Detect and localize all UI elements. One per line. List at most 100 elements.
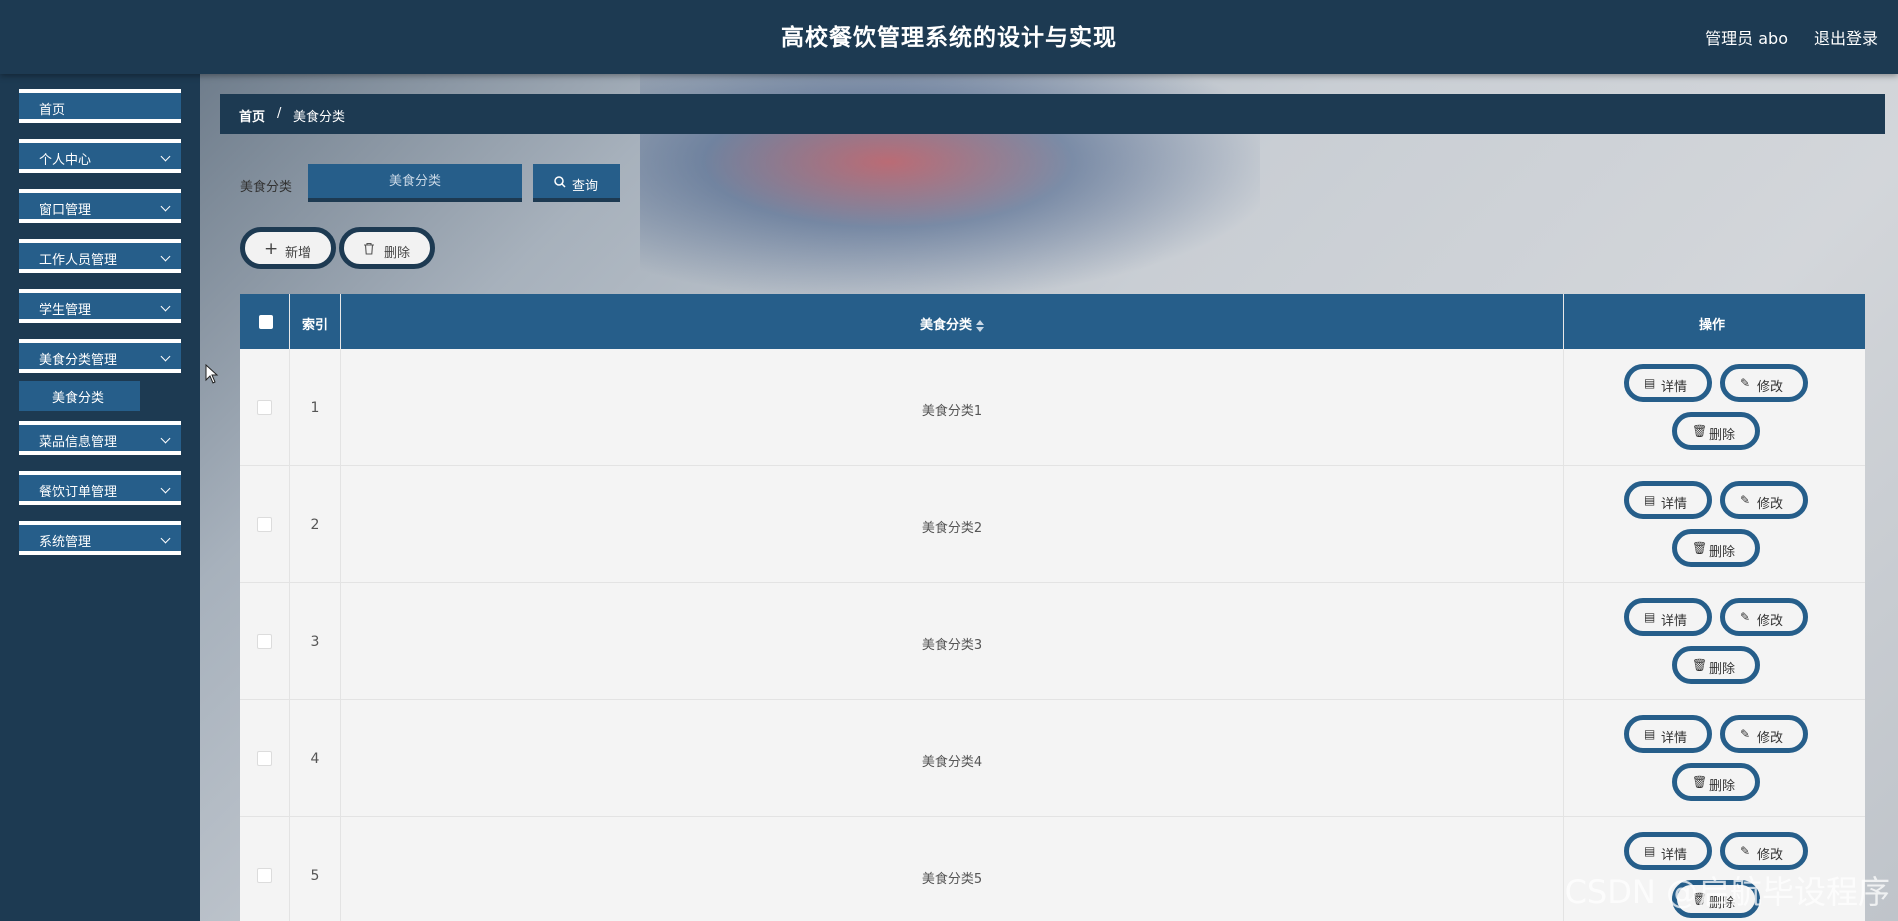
delete-button[interactable]: 🗑 删除 (1672, 529, 1760, 567)
select-all-checkbox[interactable] (259, 315, 273, 329)
row-checkbox[interactable] (257, 400, 272, 415)
chevron-down-icon (160, 483, 171, 494)
table-header: 索引 美食分类 操作 (240, 294, 1865, 349)
chevron-down-icon (160, 151, 171, 162)
pencil-icon: ✎ (1740, 610, 1751, 624)
search-input[interactable] (308, 164, 522, 202)
breadcrumb-current: 美食分类 (293, 110, 346, 125)
edit-button[interactable]: ✎ 修改 (1720, 364, 1808, 402)
edit-button[interactable]: ✎ 修改 (1720, 481, 1808, 519)
row-checkbox[interactable] (257, 751, 272, 766)
sidebar-item-student-management[interactable]: 学生管理 (19, 289, 181, 323)
delete-button[interactable]: 🗑 删除 (1672, 646, 1760, 684)
document-icon: ▤ (1644, 610, 1656, 624)
sidebar-item-label: 个人中心 (39, 153, 92, 168)
main-content: 首页 / 美食分类 美食分类 查询 + 新增 删除 索引 (200, 74, 1898, 921)
search-icon (554, 176, 566, 188)
trash-icon: 🗑 (1692, 424, 1708, 438)
chevron-down-icon (160, 251, 171, 262)
sidebar-item-home[interactable]: 首页 (19, 89, 181, 123)
sidebar-item-dish-management[interactable]: 菜品信息管理 (19, 421, 181, 455)
query-button[interactable]: 查询 (533, 164, 620, 202)
header-name[interactable]: 美食分类 (341, 294, 1564, 349)
chevron-down-icon (160, 533, 171, 544)
row-name: 美食分类1 (921, 404, 983, 419)
chevron-down-icon (160, 433, 171, 444)
trash-icon: 🗑 (1692, 658, 1708, 672)
detail-button[interactable]: ▤ 详情 (1624, 832, 1712, 870)
chevron-down-icon (160, 351, 171, 362)
table-row: 4 美食分类4 ▤ 详情 ✎ 修改 🗑 删除 (240, 700, 1865, 817)
chevron-down-icon (160, 301, 171, 312)
batch-delete-button[interactable]: 删除 (339, 227, 435, 269)
detail-button[interactable]: ▤ 详情 (1624, 598, 1712, 636)
pencil-icon: ✎ (1740, 727, 1751, 741)
row-index: 4 (310, 751, 320, 767)
table-row: 2 美食分类2 ▤ 详情 ✎ 修改 🗑 删除 (240, 466, 1865, 583)
detail-button[interactable]: ▤ 详情 (1624, 715, 1712, 753)
trash-icon: 🗑 (1692, 775, 1708, 789)
document-icon: ▤ (1644, 844, 1656, 858)
edit-button[interactable]: ✎ 修改 (1720, 598, 1808, 636)
add-button[interactable]: + 新增 (240, 227, 336, 269)
trash-icon (364, 242, 374, 255)
app-title: 高校餐饮管理系统的设计与实现 (781, 25, 1117, 51)
sidebar-item-label: 餐饮订单管理 (39, 485, 118, 500)
sidebar-item-label: 窗口管理 (39, 203, 92, 218)
pencil-icon: ✎ (1740, 376, 1751, 390)
food-category-table: 索引 美食分类 操作 1 美食分类1 ▤ 详情 ✎ 修改 🗑 删除 2 美食分类… (240, 294, 1865, 921)
edit-button[interactable]: ✎ 修改 (1720, 715, 1808, 753)
sidebar-item-staff-management[interactable]: 工作人员管理 (19, 239, 181, 273)
sidebar-item-personal-center[interactable]: 个人中心 (19, 139, 181, 173)
sidebar-subitem-label: 美食分类 (52, 391, 105, 406)
detail-button[interactable]: ▤ 详情 (1624, 481, 1712, 519)
header-action: 操作 (1564, 294, 1865, 349)
edit-button[interactable]: ✎ 修改 (1720, 832, 1808, 870)
chevron-down-icon (160, 201, 171, 212)
table-row: 1 美食分类1 ▤ 详情 ✎ 修改 🗑 删除 (240, 349, 1865, 466)
header-select-all (240, 294, 290, 349)
header-action-label: 操作 (1699, 318, 1726, 333)
pencil-icon: ✎ (1740, 493, 1751, 507)
row-name: 美食分类4 (921, 755, 983, 770)
top-header: 高校餐饮管理系统的设计与实现 管理员 abo 退出登录 (0, 0, 1898, 74)
sidebar-item-label: 系统管理 (39, 535, 92, 550)
search-label: 美食分类 (240, 180, 293, 195)
row-checkbox[interactable] (257, 634, 272, 649)
add-button-label: 新增 (285, 246, 312, 261)
row-checkbox[interactable] (257, 517, 272, 532)
row-index: 2 (310, 517, 320, 533)
sidebar-subitem-food-category[interactable]: 美食分类 (19, 381, 140, 411)
breadcrumb-home[interactable]: 首页 (239, 106, 265, 125)
breadcrumb: 首页 / 美食分类 (220, 94, 1885, 134)
watermark: CSDN @启航毕设程序 (1564, 873, 1890, 911)
sidebar-item-label: 菜品信息管理 (39, 435, 118, 450)
row-name: 美食分类5 (921, 872, 983, 887)
sort-icon[interactable] (976, 319, 984, 332)
batch-delete-button-label: 删除 (384, 246, 411, 261)
delete-button[interactable]: 🗑 删除 (1672, 412, 1760, 450)
delete-button[interactable]: 🗑 删除 (1672, 763, 1760, 801)
sidebar-item-label: 美食分类管理 (39, 353, 118, 368)
detail-button[interactable]: ▤ 详情 (1624, 364, 1712, 402)
header-name-label: 美食分类 (919, 318, 972, 333)
sidebar-item-label: 工作人员管理 (39, 253, 118, 268)
sidebar-item-label: 首页 (39, 103, 66, 118)
sidebar-item-system-management[interactable]: 系统管理 (19, 521, 181, 555)
sidebar-item-food-category-management[interactable]: 美食分类管理 (19, 339, 181, 373)
row-index: 1 (310, 400, 320, 416)
sidebar-item-order-management[interactable]: 餐饮订单管理 (19, 471, 181, 505)
plus-icon: + (264, 239, 279, 259)
sidebar: 首页 个人中心 窗口管理 工作人员管理 学生管理 美食分类管理 美食分类 菜品信… (0, 74, 200, 921)
row-name: 美食分类2 (921, 521, 983, 536)
row-checkbox[interactable] (257, 868, 272, 883)
breadcrumb-separator: / (277, 106, 282, 121)
sidebar-item-window-management[interactable]: 窗口管理 (19, 189, 181, 223)
row-name: 美食分类3 (921, 638, 983, 653)
pencil-icon: ✎ (1740, 844, 1751, 858)
sidebar-item-label: 学生管理 (39, 303, 92, 318)
logout-link[interactable]: 退出登录 (1814, 25, 1878, 49)
document-icon: ▤ (1644, 727, 1656, 741)
document-icon: ▤ (1644, 376, 1656, 390)
row-index: 3 (310, 634, 320, 650)
